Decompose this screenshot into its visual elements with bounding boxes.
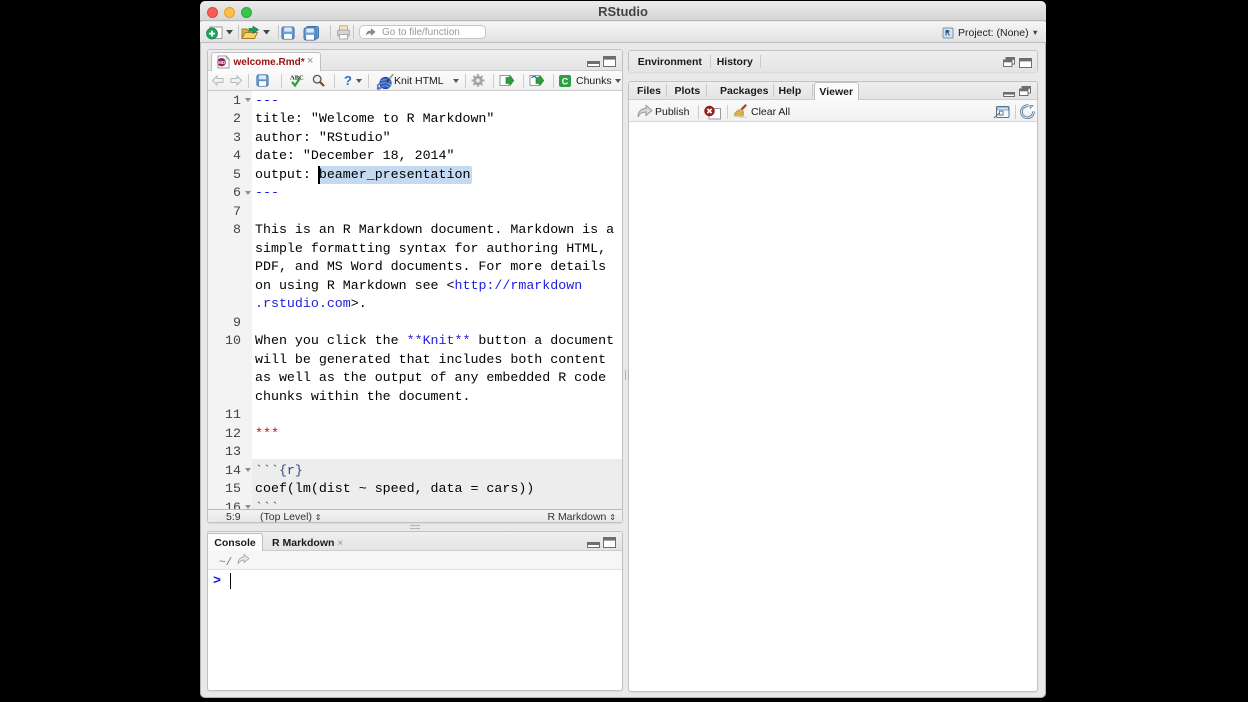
- svg-text:C: C: [562, 76, 569, 86]
- svg-text:ABC: ABC: [290, 75, 304, 82]
- svg-text:MD: MD: [218, 60, 226, 65]
